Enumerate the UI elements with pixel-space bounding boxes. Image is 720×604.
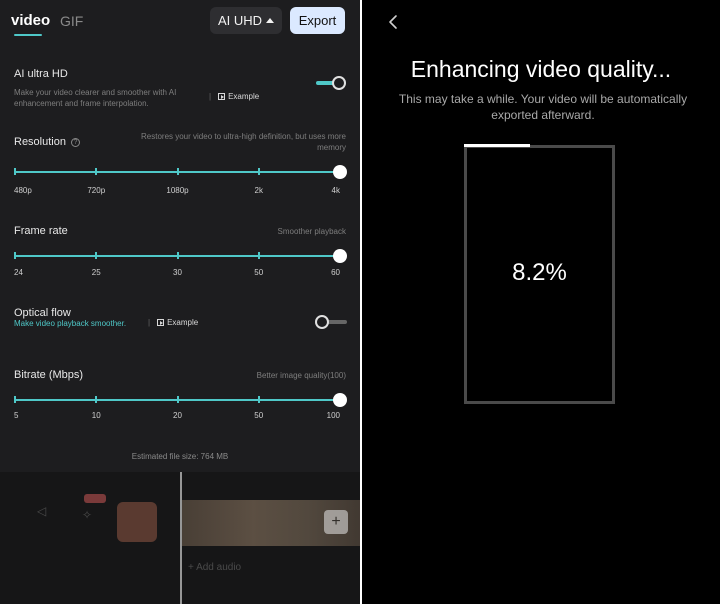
example-label: Example: [167, 318, 199, 327]
separator: |: [209, 92, 212, 101]
bitrate-hint: Better image quality(100): [256, 371, 346, 380]
ai-ultra-hd-description-line2: enhancement and frame interpolation.: [14, 99, 149, 108]
slider-tick: [14, 168, 16, 175]
cover-thumbnail: [117, 502, 157, 542]
optical-flow-example-link[interactable]: | Example: [148, 318, 198, 327]
progress-bar: [464, 144, 530, 147]
add-audio-button[interactable]: + Add audio: [188, 562, 241, 573]
frame-rate-tick-labels: 24 25 30 50 60: [14, 268, 340, 278]
slider-tick-label: 20: [173, 411, 182, 420]
slider-tick-label: 50: [254, 411, 264, 420]
slider-tick-label: 480p: [14, 186, 32, 195]
slider-tick-label: 5: [14, 411, 19, 420]
play-box-icon: [157, 319, 165, 326]
slider-tick: [257, 168, 260, 175]
resolution-hint: Restores your video to ultra-high defini…: [96, 131, 346, 153]
slider-tick-label: 720p: [87, 186, 106, 195]
frame-rate-slider[interactable]: [14, 249, 347, 263]
frame-rate-hint: Smoother playback: [277, 227, 346, 236]
estimated-file-size: Estimated file size: 764 MB: [131, 452, 229, 461]
slider-tick: [95, 168, 98, 175]
slider-tick-label: 4k: [331, 186, 340, 195]
slider-tick: [257, 252, 260, 259]
help-icon[interactable]: ?: [70, 138, 80, 147]
ai-ultra-hd-description-line1: Make your video clearer and smoother wit…: [14, 88, 177, 97]
resolution-title-label: Resolution: [14, 136, 66, 148]
tab-video[interactable]: video: [11, 12, 50, 29]
resolution-hint-line2: memory: [317, 143, 346, 152]
enhancing-screen: Enhancing video quality... This may take…: [362, 0, 720, 604]
active-tab-indicator: [14, 34, 42, 36]
slider-tick: [176, 252, 179, 259]
playhead: [180, 472, 182, 604]
example-label: Example: [228, 92, 260, 101]
slider-tick: [14, 252, 16, 259]
slider-tick: [95, 396, 98, 403]
format-tab-bar: video GIF AI UHD Export: [0, 0, 360, 44]
slider-thumb[interactable]: [333, 249, 347, 263]
export-button[interactable]: Export: [290, 7, 345, 34]
slider-thumb[interactable]: [333, 165, 347, 179]
quality-dropdown-button[interactable]: AI UHD: [210, 7, 282, 34]
enhancing-title: Enhancing video quality...: [410, 56, 672, 82]
back-chevron-icon[interactable]: [386, 14, 400, 30]
ai-ultra-hd-title: AI ultra HD: [14, 68, 68, 80]
progress-percent: 8.2%: [512, 259, 567, 286]
resolution-title: Resolution?: [14, 136, 80, 148]
resolution-tick-labels: 480p 720p 1080p 2k 4k: [14, 186, 340, 196]
frame-rate-title: Frame rate: [14, 225, 68, 237]
separator: |: [148, 318, 151, 327]
toggle-knob: [315, 315, 329, 329]
timeline-background: ◁ ✧ + + Add audio: [0, 472, 360, 604]
resolution-hint-line1: Restores your video to ultra-high defini…: [141, 132, 346, 141]
slider-tick-label: 2k: [254, 186, 263, 195]
caret-up-icon: [266, 18, 275, 23]
slider-tick: [176, 168, 179, 175]
slider-thumb[interactable]: [333, 393, 347, 407]
optical-flow-subtitle: Make video playback smoother.: [14, 319, 127, 328]
sparkle-icon: ✧: [82, 508, 93, 522]
slider-tick: [257, 396, 260, 403]
bitrate-title: Bitrate (Mbps): [14, 369, 84, 381]
enhancing-subtitle: This may take a while. Your video will b…: [398, 92, 688, 122]
slider-tick-label: 50: [254, 268, 264, 277]
slider-tick-label: 100: [326, 411, 340, 420]
new-badge: [84, 494, 106, 503]
slider-tick-label: 25: [91, 268, 101, 277]
slider-tick-label: 24: [14, 268, 23, 277]
slider-tick: [95, 252, 98, 259]
slider-tick-label: 30: [173, 268, 182, 277]
slider-tick-label: 60: [331, 268, 340, 277]
bitrate-tick-labels: 5 10 20 50 100: [14, 411, 340, 421]
quality-dropdown-label: AI UHD: [217, 13, 263, 28]
ai-ultra-hd-toggle[interactable]: [316, 76, 346, 90]
tab-gif[interactable]: GIF: [60, 13, 83, 29]
ai-ultra-hd-example-link[interactable]: | Example: [209, 92, 259, 101]
slider-tick-label: 1080p: [166, 186, 189, 195]
slider-tick-label: 10: [91, 411, 101, 420]
slider-tick: [176, 396, 179, 403]
speaker-icon: ◁: [37, 504, 47, 518]
optical-flow-toggle[interactable]: [315, 315, 347, 329]
export-settings-panel: video GIF AI UHD Export AI ultra HD Make…: [0, 0, 360, 604]
add-clip-button[interactable]: +: [324, 510, 348, 534]
bitrate-slider[interactable]: [14, 393, 347, 407]
play-box-icon: [218, 93, 226, 100]
resolution-slider[interactable]: [14, 165, 347, 179]
slider-tick: [14, 396, 16, 403]
toggle-knob: [332, 76, 346, 90]
